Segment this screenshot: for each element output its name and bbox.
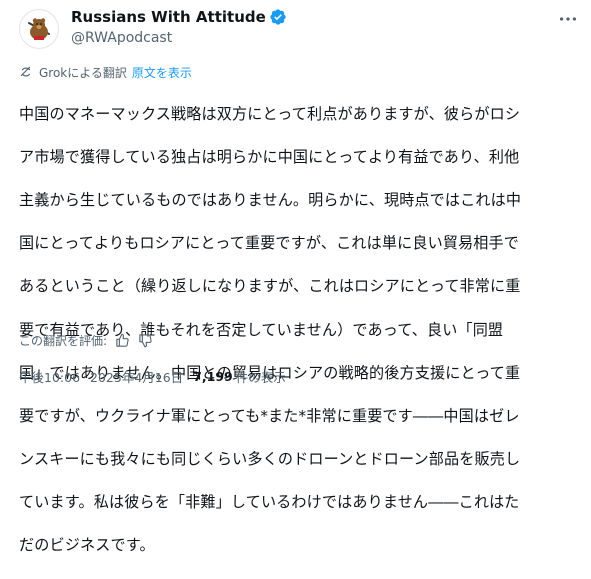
tweet-time[interactable]: 午後10:06 bbox=[19, 367, 80, 386]
tweet-line: あるということ（繰り返しになりますが、これはロシアにとって非常に重 bbox=[19, 277, 521, 296]
thumbs-up-icon[interactable] bbox=[115, 333, 130, 348]
bear-avatar-icon bbox=[21, 11, 57, 47]
verified-badge-icon bbox=[270, 9, 286, 25]
author-display-name[interactable]: Russians With Attitude bbox=[71, 8, 266, 26]
tweet-line: 主義から生じているものではありません。明らかに、現時点ではこれは中 bbox=[19, 190, 522, 209]
tweet-line: ています。私は彼らを「非難」しているわけではありません――これはた bbox=[19, 493, 520, 512]
rating-label: この翻訳を評価: bbox=[19, 333, 108, 348]
thumbs-down-icon[interactable] bbox=[138, 333, 153, 348]
tweet-line: 国にとってよりもロシアにとって重要ですが、これは単に良い貿易相手で bbox=[19, 234, 520, 253]
meta-separator: · bbox=[186, 368, 191, 384]
author-block[interactable]: Russians With Attitude @RWApodcast bbox=[71, 6, 287, 46]
translation-rating: この翻訳を評価: bbox=[19, 330, 153, 350]
tweet-line: だのビジネスです。 bbox=[19, 536, 155, 555]
views-label: 件の表示 bbox=[235, 369, 286, 385]
author-handle[interactable]: @RWApodcast bbox=[71, 30, 287, 46]
grok-icon bbox=[20, 66, 31, 77]
tweet-header: Russians With Attitude @RWApodcast bbox=[19, 6, 581, 54]
translation-bar: Grokによる翻訳 原文を表示 bbox=[19, 62, 192, 82]
more-options-icon[interactable] bbox=[557, 8, 579, 30]
show-original-link[interactable]: 原文を表示 bbox=[132, 64, 192, 81]
meta-separator: · bbox=[83, 368, 88, 384]
tweet-meta: 午後10:06 · 2025年4月16日 · 7,199 件の表示 bbox=[19, 366, 286, 386]
translation-label: Grokによる翻訳 bbox=[39, 65, 127, 80]
views-count[interactable]: 7,199 bbox=[193, 369, 233, 384]
tweet-line: ンスキーにも我々にも同じくらい多くのドローンとドローン部品を販売し bbox=[19, 450, 521, 469]
tweet-line: 中国のマネーマックス戦略は双方にとって利点がありますが、彼らがロシ bbox=[19, 104, 521, 123]
tweet-line: 要ですが、ウクライナ軍にとっても*また*非常に重要です――中国はゼレ bbox=[19, 406, 520, 425]
avatar[interactable] bbox=[19, 9, 59, 49]
tweet-date[interactable]: 2025年4月16日 bbox=[90, 367, 183, 386]
tweet-line: ア市場で獲得している独占は明らかに中国にとってより有益であり、利他 bbox=[19, 147, 520, 166]
